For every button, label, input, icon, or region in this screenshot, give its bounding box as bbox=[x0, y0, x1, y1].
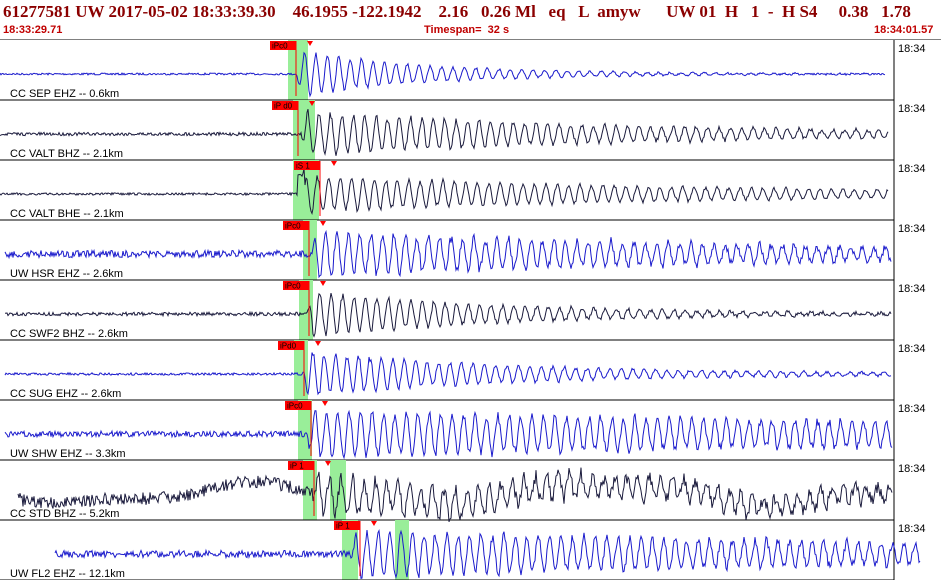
trace-row[interactable]: iPc0 CC SWF2 BHZ -- 2.6km 18:34 bbox=[0, 280, 926, 341]
phase-marker bbox=[315, 341, 321, 346]
row-time-label: 18:34 bbox=[898, 43, 926, 55]
phase-marker bbox=[320, 281, 326, 286]
pick-label: iP 1 bbox=[290, 462, 304, 471]
station-label: CC SWF2 BHZ -- 2.6km bbox=[10, 328, 128, 340]
waveform bbox=[4, 409, 893, 460]
trace-row[interactable]: iP 1 CC STD BHZ -- 5.2km 18:34 bbox=[0, 460, 926, 523]
station-label: UW SHW EHZ -- 3.3km bbox=[10, 448, 126, 460]
waveform bbox=[0, 168, 889, 215]
trace-row[interactable]: iPc0 CC SEP EHZ -- 0.6km 18:34 bbox=[0, 40, 926, 101]
seismogram-panel[interactable]: iPc0 CC SEP EHZ -- 0.6km 18:34 iP d0 CC VALT… bbox=[0, 0, 941, 580]
station-label: CC SEP EHZ -- 0.6km bbox=[10, 88, 119, 100]
row-time-label: 18:34 bbox=[898, 103, 926, 115]
trace-row[interactable]: iP 1 UW FL2 EHZ -- 12.1km 18:34 bbox=[0, 520, 926, 580]
waveform bbox=[0, 51, 886, 98]
pick-label: iP d0 bbox=[274, 102, 293, 111]
row-time-label: 18:34 bbox=[898, 283, 926, 295]
pick-label: iPc0 bbox=[272, 42, 288, 51]
station-label: CC VALT BHE -- 2.1km bbox=[10, 208, 124, 220]
trace-row[interactable]: iPc0 UW SHW EHZ -- 3.3km 18:34 bbox=[0, 400, 926, 461]
phase-marker bbox=[322, 401, 328, 406]
trace-row[interactable]: iS 1 CC VALT BHE -- 2.1km 18:34 bbox=[0, 160, 926, 221]
phase-marker bbox=[331, 161, 337, 166]
station-label: CC SUG EHZ -- 2.6km bbox=[10, 388, 121, 400]
waveform bbox=[4, 229, 892, 279]
waveform bbox=[54, 528, 921, 580]
station-label: UW FL2 EHZ -- 12.1km bbox=[10, 568, 125, 580]
station-label: UW HSR EHZ -- 2.6km bbox=[10, 268, 123, 280]
phase-marker bbox=[320, 221, 326, 226]
waveform bbox=[17, 467, 893, 523]
pick-label: iPd0 bbox=[280, 342, 297, 351]
row-time-label: 18:34 bbox=[898, 463, 926, 475]
trace-row[interactable]: iP d0 CC VALT BHZ -- 2.1km 18:34 bbox=[0, 100, 926, 161]
trace-row[interactable]: iPd0 CC SUG EHZ -- 2.6km 18:34 bbox=[0, 340, 926, 401]
row-time-label: 18:34 bbox=[898, 403, 926, 415]
station-label: CC STD BHZ -- 5.2km bbox=[10, 508, 119, 520]
pick-label: iPc0 bbox=[285, 282, 301, 291]
trace-row[interactable]: iPc0 UW HSR EHZ -- 2.6km 18:34 bbox=[0, 220, 926, 281]
station-label: CC VALT BHZ -- 2.1km bbox=[10, 148, 123, 160]
row-time-label: 18:34 bbox=[898, 523, 926, 535]
pick-label: iS 1 bbox=[296, 162, 310, 171]
waveform bbox=[4, 292, 892, 338]
row-time-label: 18:34 bbox=[898, 343, 926, 355]
pick-label: iPc0 bbox=[285, 222, 301, 231]
waveform bbox=[0, 109, 889, 157]
pick-label: iP 1 bbox=[336, 522, 350, 531]
waveform bbox=[4, 352, 892, 396]
pick-label: iPc0 bbox=[287, 402, 303, 411]
phase-marker bbox=[371, 521, 377, 526]
row-time-label: 18:34 bbox=[898, 163, 926, 175]
row-time-label: 18:34 bbox=[898, 223, 926, 235]
